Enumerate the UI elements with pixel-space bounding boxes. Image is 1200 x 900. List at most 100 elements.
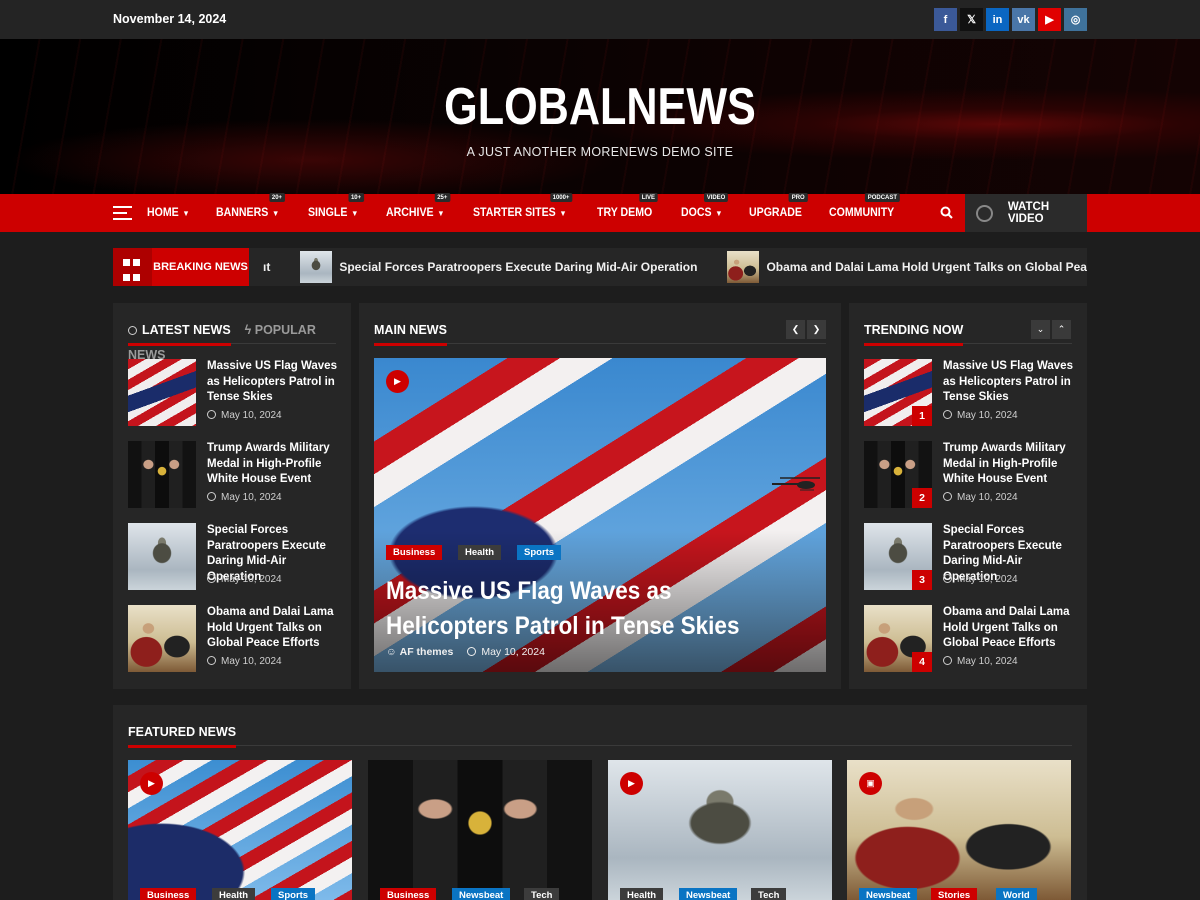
category-tag[interactable]: Health xyxy=(212,888,256,900)
category-tag[interactable]: Stories xyxy=(931,888,978,900)
play-icon[interactable]: ▶ xyxy=(620,772,643,795)
site-tagline: A JUST ANOTHER MORENEWS DEMO SITE xyxy=(466,145,734,159)
main-news-title[interactable]: Massive US Flag Waves as Helicopters Pat… xyxy=(386,574,764,644)
category-tag[interactable]: Business xyxy=(386,545,443,560)
nav-item-banners[interactable]: BANNERS ▼ 20+ xyxy=(216,193,286,219)
chevron-down-icon: ▼ xyxy=(272,209,280,218)
play-icon[interactable]: ▶ xyxy=(140,772,163,795)
clock-icon xyxy=(128,326,137,335)
nav-item-label: TRY DEMO xyxy=(597,207,653,219)
social-links: f 𝕏in vk ▶ ◎ xyxy=(934,8,1087,31)
nav-item-try-demo[interactable]: TRY DEMO LIVE xyxy=(597,193,659,219)
category-tag[interactable]: Newsbeat xyxy=(679,888,738,900)
nav-badge: 20+ xyxy=(269,193,286,202)
nav-item-label: DOCS xyxy=(680,207,712,219)
category-tag[interactable]: Health xyxy=(458,545,502,560)
trending-item[interactable]: 1 Massive US Flag Waves as Helicopters Pa… xyxy=(864,359,1074,427)
nav-item-home[interactable]: HOME ▼ xyxy=(147,207,190,219)
category-tag[interactable]: Business xyxy=(380,888,437,900)
youtube-icon[interactable]: ▶ xyxy=(1038,8,1061,31)
facebook-icon[interactable]: f xyxy=(934,8,957,31)
article-date-text: May 10, 2024 xyxy=(221,410,282,421)
ticker-fragment[interactable]: ıt xyxy=(263,260,270,274)
category-tag[interactable]: Tech xyxy=(524,888,560,900)
nav-badge: 1000+ xyxy=(549,193,572,202)
post-date: May 10, 2024 xyxy=(467,646,545,658)
watch-video-button[interactable]: WATCH VIDEO xyxy=(965,194,1087,232)
ticker-item[interactable]: Special Forces Paratroopers Execute Dari… xyxy=(300,251,697,283)
article-date-text: May 10, 2024 xyxy=(957,410,1018,421)
nav-item-label: HOME xyxy=(147,207,179,219)
nav-badge: 10+ xyxy=(348,193,365,202)
chevron-up-icon[interactable]: ⌃ xyxy=(1052,320,1071,339)
clock-icon xyxy=(207,574,216,583)
nav-item-archive[interactable]: ARCHIVE ▼ 25+ xyxy=(385,193,451,219)
article-title[interactable]: Trump Awards Military Medal in High-Prof… xyxy=(207,441,337,488)
x-icon[interactable]: 𝕏 xyxy=(960,8,983,31)
clock-icon xyxy=(943,410,952,419)
article-title[interactable]: Massive US Flag Waves as Helicopters Pat… xyxy=(943,359,1073,406)
category-tag[interactable]: Business xyxy=(140,888,197,900)
latest-item[interactable]: Massive US Flag Waves as Helicopters Pat… xyxy=(128,359,338,427)
trending-item[interactable]: 2 Trump Awards Military Medal in High-Pro… xyxy=(864,441,1074,509)
latest-item[interactable]: Special Forces Paratroopers Execute Dari… xyxy=(128,523,338,591)
nav-item-community[interactable]: COMMUNITY PODCAST xyxy=(829,193,900,219)
article-date-text: May 10, 2024 xyxy=(957,656,1018,667)
category-tag[interactable]: Newsbeat xyxy=(452,888,511,900)
ticker-fragment-text: ıt xyxy=(263,260,271,274)
latest-item[interactable]: Trump Awards Military Medal in High-Prof… xyxy=(128,441,338,509)
next-arrow-icon[interactable]: ❯ xyxy=(807,320,826,339)
main-news-meta: ☺ AF themes May 10, 2024 xyxy=(386,646,545,658)
nav-item-upgrade[interactable]: UPGRADE PRO xyxy=(749,193,808,219)
featured-heading: FEATURED NEWS xyxy=(128,725,237,748)
chevron-down-icon: ▼ xyxy=(182,209,190,218)
category-tag[interactable]: World xyxy=(996,888,1037,900)
tab-latest-label: LATEST NEWS xyxy=(142,323,231,337)
clock-icon xyxy=(943,492,952,501)
category-tag[interactable]: Newsbeat xyxy=(859,888,918,900)
chevron-down-icon: ▼ xyxy=(351,209,359,218)
author[interactable]: ☺ AF themes xyxy=(386,646,453,658)
article-title[interactable]: Obama and Dalai Lama Hold Urgent Talks o… xyxy=(943,605,1073,652)
nav-item-label: BANNERS xyxy=(216,207,269,219)
latest-item[interactable]: Obama and Dalai Lama Hold Urgent Talks o… xyxy=(128,605,338,673)
category-tag[interactable]: Tech xyxy=(751,888,787,900)
article-date: May 10, 2024 xyxy=(943,410,1018,421)
hamburger-menu-icon[interactable] xyxy=(113,206,132,224)
site-logo[interactable]: GLOBALNEWS xyxy=(102,77,1098,137)
nav-item-label: STARTER SITES xyxy=(472,207,556,219)
article-title[interactable]: Obama and Dalai Lama Hold Urgent Talks o… xyxy=(207,605,337,652)
rank-badge: 3 xyxy=(912,570,932,590)
rank-badge: 2 xyxy=(912,488,932,508)
featured-card-image[interactable] xyxy=(368,760,592,900)
trending-item[interactable]: 3 Special Forces Paratroopers Execute Dar… xyxy=(864,523,1074,591)
main-navigation: HOME ▼ BANNERS ▼ 20+ SINGLE ▼ 10+ ARCHIVE ▼ 25+ STA… xyxy=(0,193,1200,232)
category-tag[interactable]: Sports xyxy=(517,545,562,560)
nav-item-single[interactable]: SINGLE ▼ 10+ xyxy=(308,193,365,219)
featured-header: FEATURED NEWS xyxy=(128,723,1072,748)
article-thumbnail xyxy=(128,359,196,426)
vk-icon[interactable]: vk xyxy=(1012,8,1035,31)
ticker-item[interactable]: Obama and Dalai Lama Hold Urgent Talks o… xyxy=(727,251,1087,283)
chevron-down-icon[interactable]: ⌄ xyxy=(1031,320,1050,339)
nav-badge: LIVE xyxy=(639,193,659,202)
article-title[interactable]: Massive US Flag Waves as Helicopters Pat… xyxy=(207,359,337,406)
nav-item-starter-sites[interactable]: STARTER SITES ▼ 1000+ xyxy=(472,193,572,219)
search-icon[interactable] xyxy=(940,206,953,222)
gallery-icon[interactable]: ▣ xyxy=(859,772,882,795)
play-icon[interactable]: ▶ xyxy=(386,370,409,393)
prev-arrow-icon[interactable]: ❮ xyxy=(786,320,805,339)
trending-item[interactable]: 4 Obama and Dalai Lama Hold Urgent Talks … xyxy=(864,605,1074,673)
watch-video-label: WATCH VIDEO xyxy=(1007,201,1050,225)
article-date: May 10, 2024 xyxy=(943,574,1018,585)
trending-heading: TRENDING NOW xyxy=(864,323,964,346)
tab-latest-news[interactable]: LATEST NEWS xyxy=(128,323,231,346)
article-title[interactable]: Trump Awards Military Medal in High-Prof… xyxy=(943,441,1073,488)
nav-item-docs[interactable]: DOCS ▼ VIDEO xyxy=(680,193,728,219)
instagram-icon[interactable]: ◎ xyxy=(1064,8,1087,31)
category-tag[interactable]: Sports xyxy=(271,888,316,900)
article-date: May 10, 2024 xyxy=(207,410,282,421)
category-tag[interactable]: Health xyxy=(620,888,664,900)
linkedin-icon[interactable]: in xyxy=(986,8,1009,31)
nav-item-label: ARCHIVE xyxy=(385,207,434,219)
